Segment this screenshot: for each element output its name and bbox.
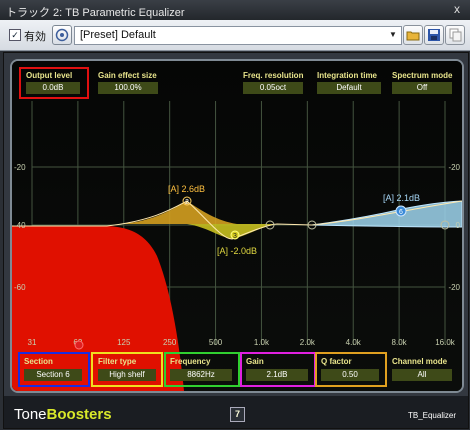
band6-annotation: [A] 2.1dB xyxy=(383,193,420,203)
copy-icon[interactable] xyxy=(445,25,465,45)
enable-label: 有効 xyxy=(24,31,46,43)
window-title: トラック 2: TB Parametric Equalizer xyxy=(6,7,185,19)
filter-type-field[interactable]: High shelf xyxy=(98,369,156,381)
output-level-label: Output level xyxy=(26,71,73,80)
spectrum-mode-field[interactable]: Off xyxy=(392,82,452,94)
brand-name-tone: Tone xyxy=(14,406,47,423)
page-button[interactable]: 7 xyxy=(230,407,245,422)
db-right-label: -20 xyxy=(448,283,460,292)
band6-node-label: 6 xyxy=(399,209,403,216)
frequency-field[interactable]: 8862Hz xyxy=(170,369,232,381)
eq-display-panel: -20 -40 -60 -20 0 -20 31 6 3 125 250 500 1.0k 2.0k 4… xyxy=(10,59,464,393)
integration-time-field[interactable]: Default xyxy=(317,82,381,94)
save-icon[interactable] xyxy=(424,25,444,45)
freq-tick-label: 500 xyxy=(209,338,223,347)
freq-tick-label: 1.0k xyxy=(254,338,270,347)
freq-resolution-field[interactable]: 0.05oct xyxy=(243,82,303,94)
channel-mode-field[interactable]: All xyxy=(392,369,452,381)
product-name: TB_Equalizer xyxy=(407,411,456,420)
freq-tick-label: 2.0k xyxy=(300,338,316,347)
freq-tick-label: 250 xyxy=(163,338,177,347)
db-left-label: -60 xyxy=(14,283,26,292)
q-factor-field[interactable]: 0.50 xyxy=(321,369,379,381)
freq-resolution-label: Freq. resolution xyxy=(243,71,304,80)
db-left-label: -20 xyxy=(14,163,26,172)
db-left-label: -40 xyxy=(14,221,26,230)
band3-annotation: [A] -2.0dB xyxy=(217,246,257,256)
close-button[interactable]: x xyxy=(448,2,466,17)
brand-name-boosters: Boosters xyxy=(46,406,112,423)
section-label: Section xyxy=(24,357,53,366)
open-folder-icon[interactable] xyxy=(403,25,423,45)
gain-field[interactable]: 2.1dB xyxy=(246,369,308,381)
freq-tick-label: 8.0k xyxy=(392,338,408,347)
preset-value: [Preset] Default xyxy=(80,29,156,41)
title-bar: トラック 2: TB Parametric Equalizer x xyxy=(0,0,470,20)
gain-effect-size-field[interactable]: 100.0% xyxy=(98,82,158,94)
band3-node-label: 3 xyxy=(233,233,237,240)
integration-time-label: Integration time xyxy=(317,71,378,80)
plugin-window: トラック 2: TB Parametric Equalizer x ✓ 有効 [… xyxy=(0,0,470,430)
freq-tick-label: 4.0k xyxy=(346,338,362,347)
chevron-down-icon: ▼ xyxy=(389,30,397,39)
freq-tick-label: 16.0k xyxy=(435,338,456,347)
db-right-label: -20 xyxy=(448,163,460,172)
enable-checkbox[interactable]: ✓ xyxy=(9,29,21,41)
channel-mode-label: Channel mode xyxy=(392,357,448,366)
frequency-label: Frequency xyxy=(170,357,211,366)
freq-tick-label: 31 xyxy=(28,338,37,347)
spectrum-mode-label: Spectrum mode xyxy=(392,71,453,80)
freq-tick-label: 125 xyxy=(117,338,131,347)
q-factor-label: Q factor xyxy=(321,357,352,366)
gain-label: Gain xyxy=(246,357,264,366)
brand-logo: ToneBoosters xyxy=(14,406,112,423)
filter-type-label: Filter type xyxy=(98,357,137,366)
band2-annotation: [A] 2.6dB xyxy=(168,184,205,194)
preset-menu-icon[interactable] xyxy=(52,25,72,45)
output-level-field[interactable]: 0.0dB xyxy=(26,82,80,94)
section-field[interactable]: Section 6 xyxy=(24,369,82,381)
equalizer-plugin: -20 -40 -60 -20 0 -20 31 6 3 125 250 500 1.0k 2.0k 4… xyxy=(3,52,469,429)
gain-effect-size-label: Gain effect size xyxy=(98,71,157,80)
band1-node[interactable] xyxy=(74,340,84,350)
eq-graph[interactable]: -20 -40 -60 -20 0 -20 31 6 3 125 250 500 1.0k 2.0k 4… xyxy=(12,61,462,391)
plugin-footer: ToneBoosters 7 TB_Equalizer xyxy=(4,396,468,428)
db-right-label: 0 xyxy=(456,221,461,230)
band2-node-label: 2 xyxy=(185,199,189,206)
host-toolbar: ✓ 有効 [Preset] Default ▼ xyxy=(0,20,470,51)
preset-dropdown[interactable]: [Preset] Default ▼ xyxy=(74,26,402,45)
